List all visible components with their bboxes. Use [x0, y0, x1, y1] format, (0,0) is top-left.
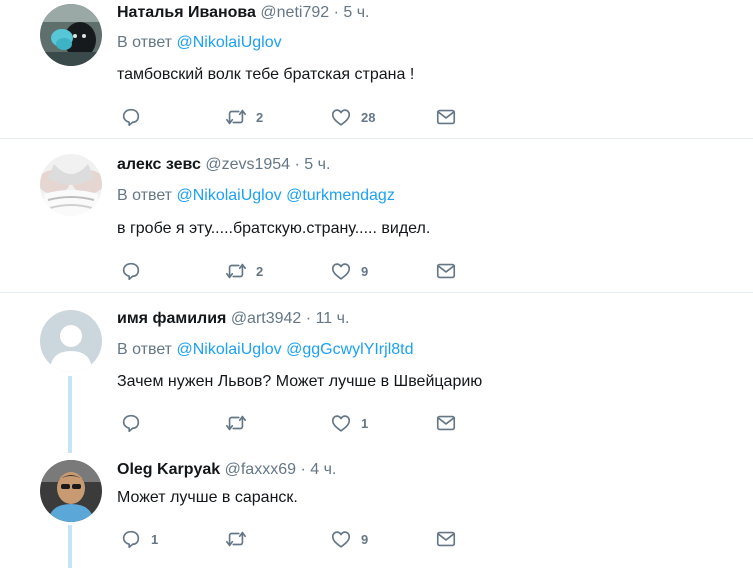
- reply-count: 1: [151, 531, 159, 547]
- like-button[interactable]: 1: [330, 411, 368, 435]
- retweet-icon: [226, 109, 246, 125]
- tweet-actions: 2 9: [117, 259, 477, 283]
- reply-icon: [122, 108, 140, 127]
- timestamp[interactable]: 5 ч.: [304, 156, 330, 173]
- like-count: 9: [361, 263, 369, 279]
- reply-prefix: В ответ: [117, 341, 173, 358]
- heart-icon: [331, 415, 351, 432]
- display-name[interactable]: Наталья Иванова: [117, 4, 256, 21]
- retweet-button[interactable]: [225, 527, 256, 551]
- reply-prefix: В ответ: [117, 34, 173, 51]
- tweet-text: Зачем нужен Львов? Может лучше в Швейцар…: [117, 373, 483, 390]
- mention-link[interactable]: @turkmendagz: [286, 187, 395, 204]
- timestamp[interactable]: 5 ч.: [343, 4, 369, 21]
- heart-icon: [331, 263, 351, 280]
- reply-context: В ответ @NikolaiUglov: [117, 33, 282, 53]
- timestamp[interactable]: 4 ч.: [310, 461, 336, 478]
- reply-context: В ответ @NikolaiUglov @turkmendagz: [117, 186, 395, 206]
- tweet[interactable]: Наталья Иванова @neti792 · 5 ч. В ответ …: [0, 0, 753, 137]
- avatar[interactable]: [40, 4, 102, 66]
- reply-button[interactable]: 1: [120, 527, 158, 551]
- tweet[interactable]: алекс зевс @zevs1954 · 5 ч. В ответ @Nik…: [0, 139, 753, 292]
- like-button[interactable]: 9: [330, 259, 368, 283]
- heart-icon: [331, 531, 351, 548]
- avatar[interactable]: [40, 154, 102, 216]
- separator: ·: [305, 310, 312, 327]
- reply-context: В ответ @NikolaiUglov @ggGcwylYIrjl8td: [117, 340, 413, 360]
- retweet-count: 2: [256, 109, 264, 125]
- retweet-icon: [226, 531, 246, 547]
- tweet[interactable]: имя фамилия @art3942 · 11 ч. В ответ @Ni…: [0, 293, 753, 446]
- user-handle[interactable]: @faxxx69: [225, 461, 296, 478]
- reply-icon: [122, 530, 140, 549]
- reply-button[interactable]: [120, 105, 151, 129]
- tweet-header: имя фамилия @art3942 · 11 ч.: [117, 309, 349, 329]
- envelope-icon: [436, 531, 456, 547]
- display-name[interactable]: имя фамилия: [117, 310, 226, 327]
- timestamp[interactable]: 11 ч.: [316, 310, 350, 327]
- tweet-actions: 1: [117, 411, 477, 435]
- envelope-icon: [436, 109, 456, 125]
- envelope-icon: [436, 415, 456, 431]
- reply-button[interactable]: [120, 259, 151, 283]
- separator: ·: [300, 461, 306, 478]
- mention-link[interactable]: @NikolaiUglov: [176, 341, 281, 358]
- tweet-text: Может лучше в саранск.: [117, 489, 298, 506]
- reply-icon: [122, 414, 140, 433]
- tweet-text: в гробе я эту.....братскую.страну..... в…: [117, 220, 431, 237]
- reply-icon: [122, 262, 140, 281]
- retweet-icon: [226, 263, 246, 279]
- like-button[interactable]: 28: [330, 105, 375, 129]
- retweet-icon: [226, 415, 246, 431]
- display-name[interactable]: алекс зевс: [117, 156, 201, 173]
- user-handle[interactable]: @zevs1954: [205, 156, 290, 173]
- envelope-icon: [436, 263, 456, 279]
- retweet-button[interactable]: [225, 411, 256, 435]
- tweet-header: Наталья Иванова @neti792 · 5 ч.: [117, 3, 370, 23]
- direct-message-button[interactable]: [435, 259, 457, 283]
- avatar[interactable]: [40, 460, 102, 522]
- direct-message-button[interactable]: [435, 105, 457, 129]
- tweet-text: тамбовский волк тебе братская страна !: [117, 66, 415, 83]
- tweet-header: Oleg Karpyak @faxxx69 · 4 ч.: [117, 460, 336, 480]
- user-handle[interactable]: @art3942: [231, 310, 302, 327]
- retweet-count: 2: [256, 263, 264, 279]
- reply-button[interactable]: [120, 411, 151, 435]
- like-count: 1: [361, 415, 369, 431]
- direct-message-button[interactable]: [435, 527, 457, 551]
- mention-link[interactable]: @NikolaiUglov: [176, 34, 281, 51]
- user-handle[interactable]: @neti792: [260, 4, 329, 21]
- like-count: 9: [361, 531, 369, 547]
- separator: ·: [333, 4, 339, 21]
- display-name[interactable]: Oleg Karpyak: [117, 461, 220, 478]
- retweet-button[interactable]: 2: [225, 259, 263, 283]
- tweet-header: алекс зевс @zevs1954 · 5 ч.: [117, 155, 330, 175]
- tweet-actions: 2 28: [117, 105, 477, 129]
- avatar[interactable]: [40, 310, 102, 372]
- tweet[interactable]: Oleg Karpyak @faxxx69 · 4 ч. Может лучше…: [0, 446, 753, 568]
- mention-link[interactable]: @ggGcwylYIrjl8td: [286, 341, 413, 358]
- heart-icon: [331, 109, 351, 126]
- mention-link[interactable]: @NikolaiUglov: [176, 187, 281, 204]
- tweet-actions: 1 9: [117, 527, 477, 551]
- direct-message-button[interactable]: [435, 411, 457, 435]
- like-button[interactable]: 9: [330, 527, 368, 551]
- reply-prefix: В ответ: [117, 187, 173, 204]
- separator: ·: [294, 156, 300, 173]
- retweet-button[interactable]: 2: [225, 105, 263, 129]
- like-count: 28: [361, 109, 376, 125]
